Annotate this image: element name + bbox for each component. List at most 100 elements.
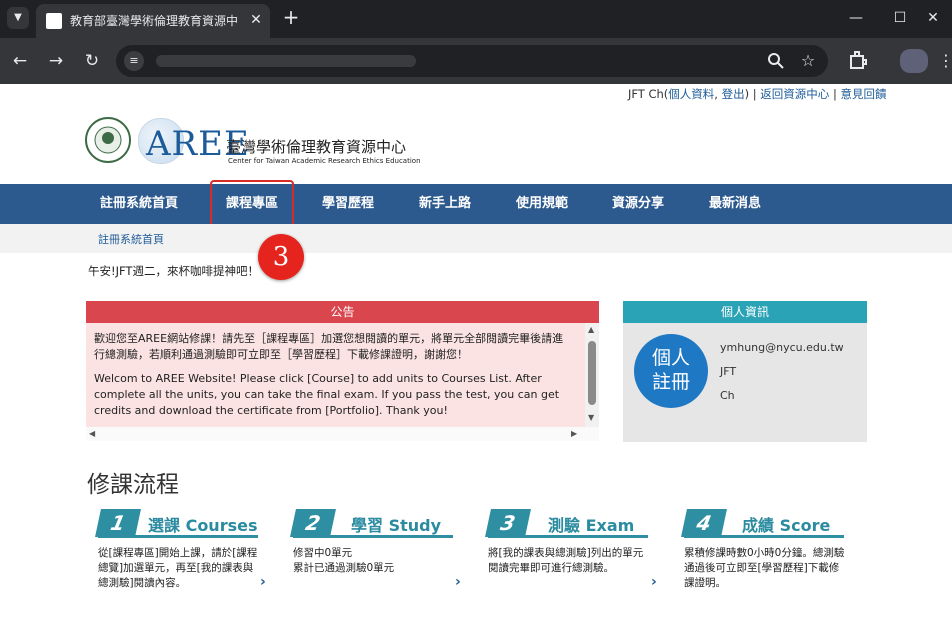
main-nav: 註冊系統首頁 課程專區 學習歷程 新手上路 使用規範 資源分享 最新消息 (0, 184, 952, 224)
scroll-up-icon[interactable]: ▲ (588, 325, 594, 334)
site-title: 臺灣學術倫理教育資源中心 (226, 138, 407, 156)
step-description: 從[課程專區]開始上課，請於[課程總覽]加選單元，再至[我的課表與總測驗]閱讀內… (98, 547, 258, 589)
nav-item-portfolio[interactable]: 學習歷程 (322, 184, 374, 224)
chevron-right-icon[interactable]: › (651, 574, 657, 590)
chevron-right-icon[interactable]: › (455, 574, 461, 590)
back-button[interactable]: ← (8, 49, 32, 73)
zoom-icon (768, 53, 784, 69)
tab-close-button[interactable]: ✕ (246, 10, 266, 30)
avatar-line-1: 個人 (651, 347, 690, 369)
bookmark-button[interactable]: ☆ (798, 51, 818, 71)
logout-link[interactable]: 登出 (722, 87, 745, 101)
minimize-button[interactable]: — (843, 6, 869, 30)
puzzle-icon (850, 51, 867, 69)
tab-title: 教育部臺灣學術倫理教育資源中 (70, 14, 239, 28)
announcement-header: 公告 (86, 301, 599, 323)
profile-name-2: Ch (720, 389, 735, 402)
step-underline (98, 535, 258, 538)
annotation-highlight-box (210, 180, 294, 228)
breadcrumb-home-link[interactable]: 註冊系統首頁 (98, 231, 164, 247)
user-links: JFT Ch(個人資料, 登出) | 返回資源中心 | 意見回饋 (628, 86, 886, 102)
favicon-icon (46, 13, 62, 29)
maximize-button[interactable]: ☐ (887, 6, 913, 30)
scroll-left-icon[interactable]: ◀ (89, 429, 95, 438)
window-close-button[interactable]: ✕ (920, 6, 946, 30)
step-number: 2 (290, 509, 336, 537)
reload-button[interactable]: ↻ (80, 49, 104, 73)
profile-register-badge[interactable]: 個人 註冊 (634, 334, 708, 408)
tune-icon: ≡ (129, 54, 139, 67)
step-courses[interactable]: 1 選課 Courses (95, 509, 258, 538)
separator: | (829, 87, 841, 101)
step-description: 將[我的課表與總測驗]列出的單元閱讀完畢即可進行總測驗。 (488, 547, 644, 574)
star-icon: ☆ (800, 51, 816, 70)
browser-menu-button[interactable]: ⋮ (938, 49, 952, 73)
scrollbar-thumb[interactable] (588, 341, 596, 405)
forward-button[interactable]: → (44, 49, 68, 73)
reload-icon: ↻ (84, 51, 100, 71)
separator: ) | (744, 87, 761, 101)
site-subtitle: Center for Taiwan Academic Research Ethi… (228, 157, 421, 165)
browser-toolbar: ← → ↻ ≡ ☆ ⋮ (0, 38, 952, 84)
profile-email: ymhung@nycu.edu.tw (720, 341, 844, 354)
nav-item-rules[interactable]: 使用規範 (516, 184, 568, 224)
nav-item-home[interactable]: 註冊系統首頁 (100, 184, 178, 224)
announcement-horizontal-scrollbar[interactable]: ◀ ▶ (86, 427, 599, 441)
url-text-redacted (156, 55, 416, 67)
step-score[interactable]: 4 成績 Score (681, 509, 844, 538)
minimize-icon: — (849, 10, 863, 26)
scroll-right-icon[interactable]: ▶ (571, 429, 577, 438)
announcement-text-en: Welcom to AREE Website! Please click [Co… (94, 372, 560, 417)
profile-link[interactable]: 個人資料 (668, 87, 714, 101)
step-study[interactable]: 2 學習 Study (290, 509, 453, 538)
nav-item-resources[interactable]: 資源分享 (612, 184, 664, 224)
site-info-button[interactable]: ≡ (124, 51, 144, 71)
chevron-down-icon: ▼ (14, 12, 22, 23)
chevron-right-icon[interactable]: › (260, 574, 266, 590)
avatar-line-2: 註冊 (651, 371, 690, 393)
greeting-text: 午安!JFT週二，來杯咖啡提神吧！ (88, 264, 259, 278)
step-underline (293, 535, 453, 538)
step-underline (684, 535, 844, 538)
nav-item-news[interactable]: 最新消息 (709, 184, 761, 224)
nav-item-getting-started[interactable]: 新手上路 (419, 184, 471, 224)
step-label: 選課 Courses (148, 516, 258, 535)
browser-tab-bar: ▼ 教育部臺灣學術倫理教育資源中 ✕ + — ☐ ✕ (0, 0, 952, 38)
back-icon: ← (12, 51, 28, 71)
seal-icon (85, 117, 131, 163)
tab-search-button[interactable]: ▼ (7, 7, 29, 29)
profile-name-1: JFT (720, 365, 737, 378)
step-number: 3 (485, 509, 531, 537)
back-to-resource-link[interactable]: 返回資源中心 (760, 87, 829, 101)
profile-box-body: 個人 註冊 ymhung@nycu.edu.tw JFT Ch (623, 323, 867, 442)
profile-box-header: 個人資訊 (623, 301, 867, 323)
breadcrumb-bar: 註冊系統首頁 (0, 224, 952, 253)
process-title: 修課流程 (87, 472, 179, 498)
step-description: 修習中0單元 累計已通過測驗0單元 (293, 547, 395, 574)
plus-icon: + (282, 5, 300, 29)
more-vert-icon: ⋮ (938, 51, 952, 70)
step-exam[interactable]: 3 測驗 Exam (485, 509, 648, 538)
extensions-button[interactable] (846, 49, 870, 73)
feedback-link[interactable]: 意見回饋 (840, 87, 886, 101)
step-label: 成績 Score (742, 516, 831, 535)
announcement-vertical-scrollbar[interactable]: ▲ ▼ (585, 323, 599, 427)
address-bar[interactable]: ≡ ☆ (116, 45, 828, 77)
forward-icon: → (48, 51, 64, 71)
step-number: 1 (95, 509, 141, 537)
moe-seal-logo[interactable] (84, 116, 132, 168)
zoom-button[interactable] (766, 51, 786, 71)
profile-avatar[interactable] (900, 49, 928, 73)
new-tab-button[interactable]: + (280, 7, 302, 29)
step-label: 學習 Study (351, 516, 442, 535)
step-label: 測驗 Exam (548, 516, 635, 535)
separator: , (714, 87, 722, 101)
annotation-step-badge: 3 (258, 234, 304, 280)
close-icon: ✕ (250, 12, 262, 28)
announcement-text-zh: 歡迎您至AREE網站修課！請先至［課程專區］加選您想閱讀的單元，將單元全部閱讀完… (94, 332, 564, 361)
maximize-icon: ☐ (893, 10, 907, 26)
user-name-prefix: JFT Ch( (628, 87, 669, 101)
browser-tab[interactable]: 教育部臺灣學術倫理教育資源中 ✕ (36, 4, 270, 38)
scroll-down-icon[interactable]: ▼ (588, 413, 594, 422)
step-number: 4 (681, 509, 727, 537)
